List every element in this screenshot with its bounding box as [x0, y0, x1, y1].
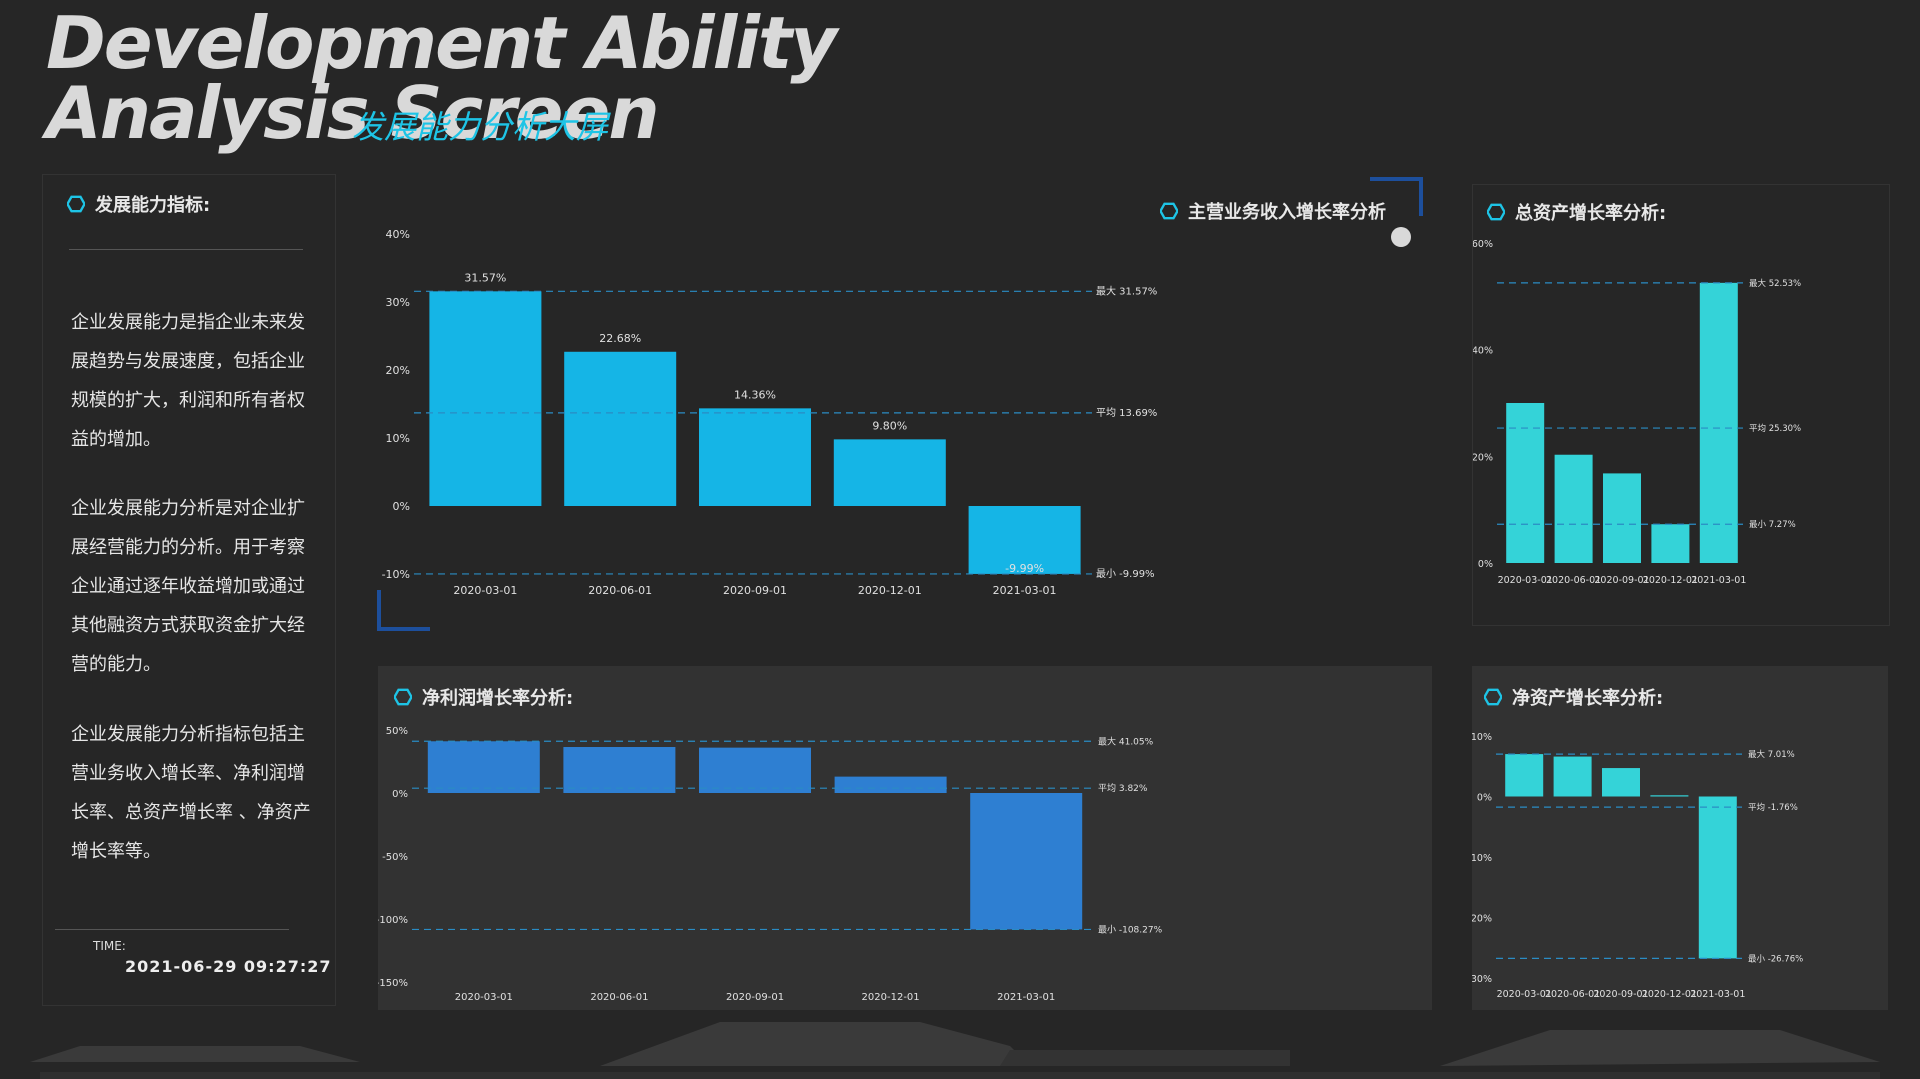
y-tick-label: 40% — [1473, 346, 1493, 357]
y-tick-label: 30% — [386, 296, 410, 309]
x-tick-label: 2020-09-01 — [1593, 989, 1648, 1000]
main-revenue-chart: -10% 0% 10% 20% 30% 40% 2020-03-01 31.57% 2020-0… — [382, 228, 1158, 597]
bar — [1603, 473, 1641, 563]
reference-line-label: 最大 41.05% — [1098, 735, 1154, 747]
y-tick-label: 20% — [386, 364, 410, 377]
bar — [1505, 754, 1544, 797]
bar — [564, 351, 677, 506]
y-tick-label: 0% — [392, 789, 408, 800]
bar — [1554, 454, 1593, 563]
net-profit-panel: 净利润增长率分析: -150% -100% -50% 0% 50% 2020-03-01 2… — [378, 666, 1432, 1010]
bar — [1650, 795, 1689, 797]
time-value: 2021-06-29 09:27:27 — [125, 957, 332, 976]
description-title-text: 发展能力指标: — [95, 195, 211, 216]
bar — [1506, 403, 1545, 563]
y-tick-label: -10% — [382, 568, 410, 581]
x-tick-label: 2021-03-01 — [1691, 575, 1746, 586]
bar — [563, 747, 676, 793]
data-label: 14.36% — [734, 388, 776, 401]
bar — [833, 439, 946, 506]
bar — [1698, 796, 1737, 959]
reference-line-label: 最小 -9.99% — [1096, 568, 1155, 580]
bar — [699, 747, 811, 793]
reference-line-label: 平均 13.69% — [1096, 407, 1157, 419]
bar — [970, 793, 1083, 930]
x-tick-label: 2020-06-01 — [1545, 989, 1600, 1000]
bar — [834, 776, 947, 793]
description-paragraph-3: 企业发展能力分析指标包括主营业务收入增长率、净利润增长率、总资产增长率 、净资产… — [71, 724, 311, 862]
reference-line-label: 最大 7.01% — [1748, 749, 1795, 760]
time-label: TIME: — [93, 939, 126, 953]
x-tick-label: 2020-03-01 — [453, 584, 517, 597]
reference-line-label: 平均 3.82% — [1098, 782, 1148, 794]
y-tick-label: 10% — [1472, 732, 1492, 743]
divider — [69, 249, 303, 250]
hexagon-icon — [67, 195, 85, 213]
reference-line-label: 最小 7.27% — [1749, 519, 1796, 530]
data-label: 22.68% — [599, 332, 641, 345]
bottom-decoration — [30, 1022, 1880, 1079]
bar — [699, 408, 811, 506]
y-tick-label: 50% — [386, 726, 408, 737]
total-assets-chart: 0% 20% 40% 60% 2020-03-012020-06-012020-09-0… — [1473, 239, 1801, 586]
data-label: 31.57% — [464, 271, 506, 284]
y-tick-label: 0% — [393, 500, 410, 513]
bar — [429, 291, 542, 506]
x-tick-label: 2021-03-01 — [1690, 989, 1745, 1000]
y-tick-label: -20% — [1472, 914, 1492, 925]
y-tick-label: -30% — [1472, 974, 1492, 985]
net-assets-panel: 净资产增长率分析: -30%-20%-10%0%10%2020-03-01202… — [1472, 666, 1888, 1010]
y-tick-label: -50% — [382, 852, 408, 863]
reference-line-label: 最大 52.53% — [1749, 278, 1801, 289]
x-tick-label: 2020-03-01 — [1497, 989, 1552, 1000]
x-tick-label: 2020-09-01 — [1594, 575, 1649, 586]
data-label: -9.99% — [1005, 562, 1044, 575]
description-paragraph-1: 企业发展能力是指企业未来发展趋势与发展速度，包括企业规模的扩大，利润和所有者权益… — [71, 312, 305, 450]
x-tick-label: 2021-03-01 — [993, 584, 1057, 597]
reference-line-label: 平均 -1.76% — [1748, 802, 1798, 813]
y-tick-label: 0% — [1477, 793, 1492, 804]
x-tick-label: 2020-12-01 — [1642, 989, 1697, 1000]
reference-line-label: 最大 31.57% — [1096, 284, 1157, 297]
y-tick-label: 20% — [1473, 452, 1493, 463]
page-subtitle: 发展能力分析大屏 — [352, 108, 609, 146]
x-tick-label: 2020-06-01 — [588, 584, 652, 597]
reference-line-label: 最小 -108.27% — [1098, 924, 1163, 935]
x-tick-label: 2020-06-01 — [1546, 575, 1601, 586]
description-paragraph-2: 企业发展能力分析是对企业扩展经营能力的分析。用于考察企业通过逐年收益增加或通过其… — [71, 498, 305, 675]
net-profit-chart: -150%-100%-50%0%50%2020-03-01 2020-06-01 2… — [378, 726, 1163, 1003]
y-tick-label: 10% — [386, 432, 410, 445]
x-tick-label: 2020-12-01 — [858, 584, 922, 597]
x-tick-label: 2020-03-01 — [1498, 575, 1553, 586]
y-tick-label: 0% — [1478, 559, 1493, 570]
y-tick-label: -150% — [378, 978, 408, 989]
data-label: 9.80% — [872, 419, 907, 432]
reference-line-label: 平均 25.30% — [1749, 423, 1801, 434]
x-tick-label: 2020-09-01 — [723, 584, 787, 597]
reference-line-label: 最小 -26.76% — [1748, 953, 1803, 964]
y-tick-label: -100% — [378, 915, 408, 926]
y-tick-label: 40% — [386, 228, 410, 241]
total-assets-panel: 总资产增长率分析: 0% 20% 40% 60% 2020-03-01 2020-06-0… — [1472, 184, 1890, 626]
divider — [55, 929, 289, 930]
description-panel-title: 发展能力指标: — [67, 191, 210, 217]
description-panel: 发展能力指标: 企业发展能力是指企业未来发展趋势与发展速度，包括企业规模的扩大，… — [42, 174, 336, 1006]
y-tick-label: -10% — [1472, 853, 1492, 864]
bar — [1602, 768, 1640, 797]
net-assets-chart: -30%-20%-10%0%10%2020-03-012020-06-01202… — [1472, 732, 1803, 1000]
bar — [1553, 756, 1592, 797]
y-tick-label: 60% — [1473, 239, 1493, 250]
bar — [1699, 282, 1738, 563]
bar — [427, 741, 540, 793]
main-revenue-panel: 主营业务收入增长率分析 -10% 0% 10% 20% 30% 40% 2020-03-01… — [374, 174, 1428, 632]
bar — [1651, 524, 1690, 563]
x-tick-label: 2020-12-01 — [1643, 575, 1698, 586]
